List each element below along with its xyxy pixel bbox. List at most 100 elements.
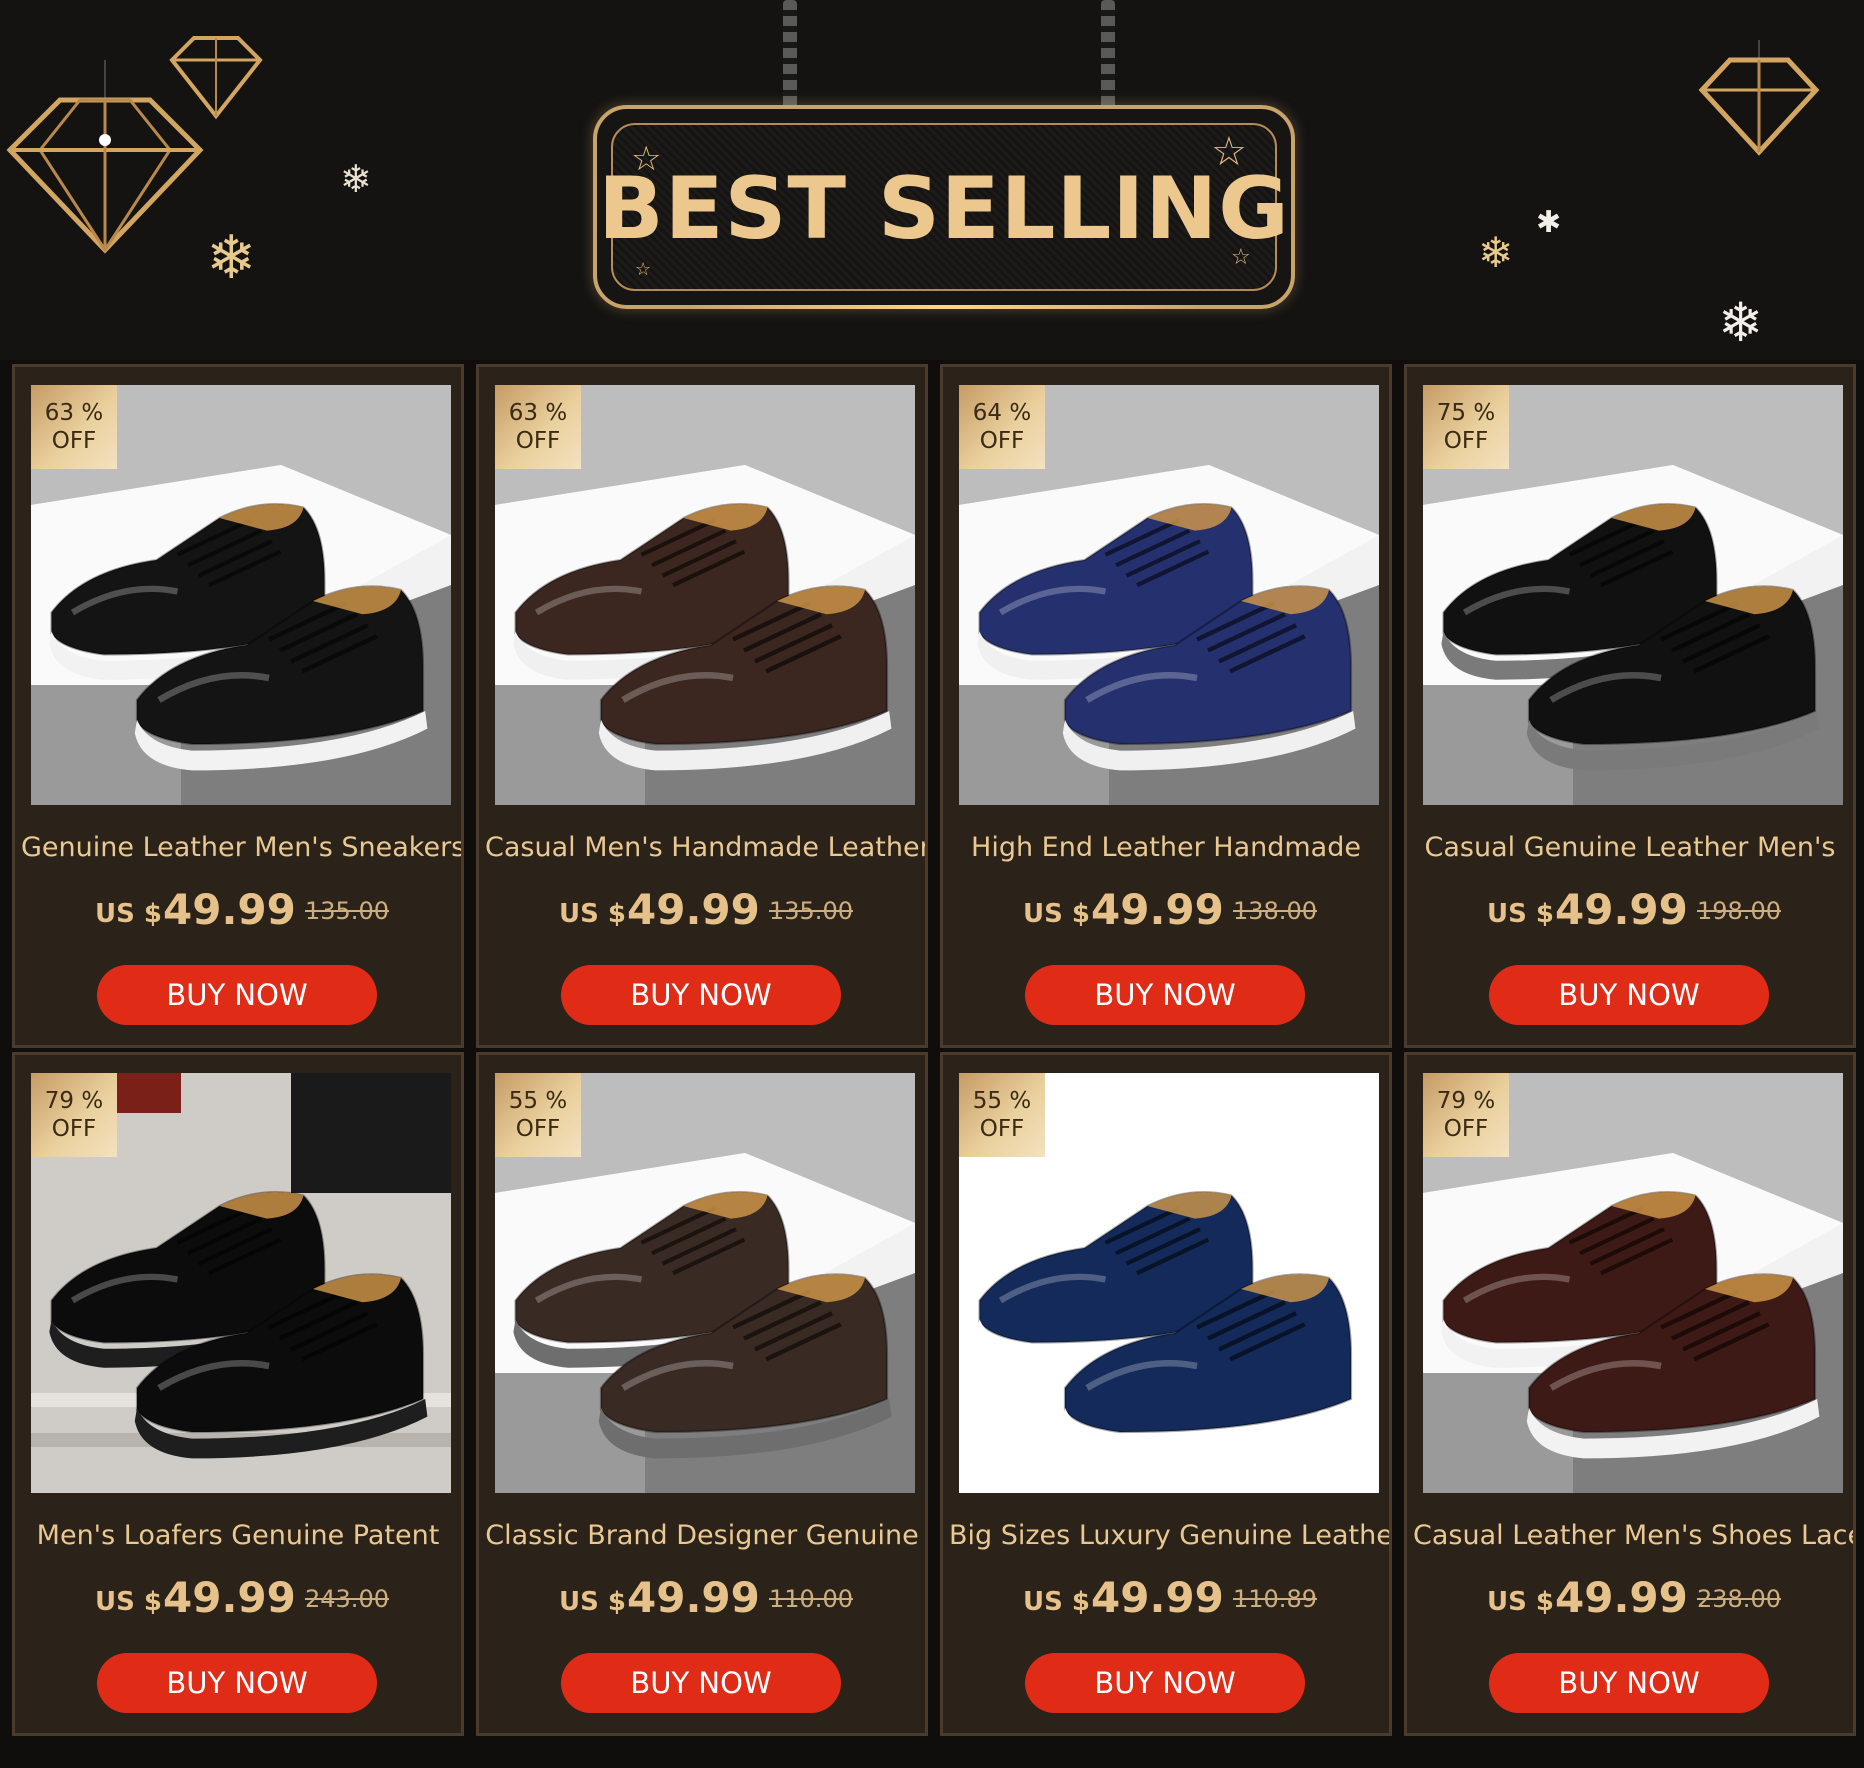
discount-off-label: OFF <box>51 1116 97 1142</box>
product-image-frame[interactable]: 55 % OFF <box>959 1073 1379 1493</box>
sale-price: 49.99 <box>163 1573 296 1622</box>
currency-label: US $ <box>559 899 626 929</box>
diamond-lamp-icon <box>1698 40 1820 156</box>
snowflake-icon: ❄ <box>206 223 257 293</box>
product-title[interactable]: Casual Genuine Leather Men's <box>1407 832 1853 863</box>
snowflake-icon: ✱ <box>1536 205 1562 240</box>
buy-now-button[interactable]: BUY NOW <box>97 1653 377 1713</box>
discount-percent: 75 % <box>1436 400 1496 426</box>
banner-title: BEST SELLING <box>598 159 1290 259</box>
sale-price: 49.99 <box>1091 1573 1224 1622</box>
buy-now-button[interactable]: BUY NOW <box>1489 1653 1769 1713</box>
product-card[interactable]: 55 % OFF Classic Brand Designer Genuine … <box>476 1052 928 1736</box>
original-price: 135.00 <box>305 897 389 925</box>
price-row: US $ 49.99 110.00 <box>479 1573 925 1623</box>
snowflake-icon: ❄ <box>340 157 372 201</box>
discount-off-label: OFF <box>979 1116 1025 1142</box>
product-card[interactable]: 63 % OFF Casual Men's Handmade Leather U… <box>476 364 928 1048</box>
product-image-frame[interactable]: 63 % OFF <box>495 385 915 805</box>
discount-percent: 79 % <box>44 1088 104 1114</box>
discount-badge: 79 % OFF <box>31 1073 117 1157</box>
product-card[interactable]: 63 % OFF Genuine Leather Men's Sneakers … <box>12 364 464 1048</box>
original-price: 243.00 <box>305 1585 389 1613</box>
buy-now-button[interactable]: BUY NOW <box>1025 1653 1305 1713</box>
buy-now-button[interactable]: BUY NOW <box>97 965 377 1025</box>
discount-off-label: OFF <box>51 428 97 454</box>
discount-percent: 55 % <box>972 1088 1032 1114</box>
buy-now-button[interactable]: BUY NOW <box>1489 965 1769 1025</box>
best-selling-banner: ❄ ❄ ❄ ✱ ❄ ☆ ☆ ☆ ☆ BEST SELLING <box>0 0 1864 360</box>
discount-percent: 63 % <box>508 400 568 426</box>
product-title[interactable]: Classic Brand Designer Genuine <box>479 1520 925 1551</box>
discount-percent: 55 % <box>508 1088 568 1114</box>
original-price: 135.00 <box>769 897 853 925</box>
best-selling-sign: ☆ ☆ ☆ ☆ BEST SELLING <box>593 105 1295 309</box>
currency-label: US $ <box>1023 899 1090 929</box>
price-row: US $ 49.99 110.89 <box>943 1573 1389 1623</box>
buy-now-button[interactable]: BUY NOW <box>561 1653 841 1713</box>
hanging-chain <box>1101 0 1115 112</box>
product-title[interactable]: High End Leather Handmade <box>943 832 1389 863</box>
product-image-frame[interactable]: 75 % OFF <box>1423 385 1843 805</box>
currency-label: US $ <box>95 899 162 929</box>
discount-badge: 75 % OFF <box>1423 385 1509 469</box>
product-card[interactable]: 55 % OFF Big Sizes Luxury Genuine Leathe… <box>940 1052 1392 1736</box>
product-title[interactable]: Casual Men's Handmade Leather <box>479 832 925 863</box>
diamond-lamp-icon <box>169 36 263 120</box>
original-price: 110.00 <box>769 1585 853 1613</box>
original-price: 198.00 <box>1697 897 1781 925</box>
discount-percent: 79 % <box>1436 1088 1496 1114</box>
price-row: US $ 49.99 135.00 <box>15 885 461 935</box>
discount-badge: 55 % OFF <box>495 1073 581 1157</box>
sale-price: 49.99 <box>1555 885 1688 934</box>
sale-price: 49.99 <box>163 885 296 934</box>
product-card[interactable]: 75 % OFF Casual Genuine Leather Men's US… <box>1404 364 1856 1048</box>
star-icon: ☆ <box>635 259 652 280</box>
sale-price: 49.99 <box>1091 885 1224 934</box>
original-price: 238.00 <box>1697 1585 1781 1613</box>
discount-off-label: OFF <box>515 428 561 454</box>
price-row: US $ 49.99 138.00 <box>943 885 1389 935</box>
currency-label: US $ <box>1487 1587 1554 1617</box>
discount-off-label: OFF <box>979 428 1025 454</box>
discount-badge: 55 % OFF <box>959 1073 1045 1157</box>
price-row: US $ 49.99 243.00 <box>15 1573 461 1623</box>
currency-label: US $ <box>1023 1587 1090 1617</box>
discount-off-label: OFF <box>515 1116 561 1142</box>
buy-now-button[interactable]: BUY NOW <box>1025 965 1305 1025</box>
product-card[interactable]: 79 % OFF Casual Leather Men's Shoes Lace… <box>1404 1052 1856 1736</box>
product-image-frame[interactable]: 63 % OFF <box>31 385 451 805</box>
price-row: US $ 49.99 238.00 <box>1407 1573 1853 1623</box>
discount-badge: 79 % OFF <box>1423 1073 1509 1157</box>
product-title[interactable]: Big Sizes Luxury Genuine Leather <box>943 1520 1389 1551</box>
product-title[interactable]: Men's Loafers Genuine Patent <box>15 1520 461 1551</box>
discount-badge: 63 % OFF <box>31 385 117 469</box>
discount-off-label: OFF <box>1443 1116 1489 1142</box>
product-title[interactable]: Genuine Leather Men's Sneakers <box>15 832 461 863</box>
sale-price: 49.99 <box>1555 1573 1688 1622</box>
discount-badge: 63 % OFF <box>495 385 581 469</box>
product-image-frame[interactable]: 79 % OFF <box>31 1073 451 1493</box>
buy-now-button[interactable]: BUY NOW <box>561 965 841 1025</box>
original-price: 138.00 <box>1233 897 1317 925</box>
product-image-frame[interactable]: 79 % OFF <box>1423 1073 1843 1493</box>
product-title[interactable]: Casual Leather Men's Shoes Lace <box>1407 1520 1853 1551</box>
discount-percent: 64 % <box>972 400 1032 426</box>
hanging-chain <box>783 0 797 112</box>
discount-off-label: OFF <box>1443 428 1489 454</box>
snowflake-icon: ❄ <box>1718 291 1764 354</box>
price-row: US $ 49.99 198.00 <box>1407 885 1853 935</box>
discount-percent: 63 % <box>44 400 104 426</box>
product-grid: 63 % OFF Genuine Leather Men's Sneakers … <box>12 364 1856 1736</box>
price-row: US $ 49.99 135.00 <box>479 885 925 935</box>
currency-label: US $ <box>1487 899 1554 929</box>
product-card[interactable]: 64 % OFF High End Leather Handmade US $ … <box>940 364 1392 1048</box>
currency-label: US $ <box>95 1587 162 1617</box>
sale-price: 49.99 <box>627 1573 760 1622</box>
product-image-frame[interactable]: 55 % OFF <box>495 1073 915 1493</box>
currency-label: US $ <box>559 1587 626 1617</box>
product-card[interactable]: 79 % OFF Men's Loafers Genuine Patent US… <box>12 1052 464 1736</box>
product-image-frame[interactable]: 64 % OFF <box>959 385 1379 805</box>
original-price: 110.89 <box>1233 1585 1317 1613</box>
discount-badge: 64 % OFF <box>959 385 1045 469</box>
